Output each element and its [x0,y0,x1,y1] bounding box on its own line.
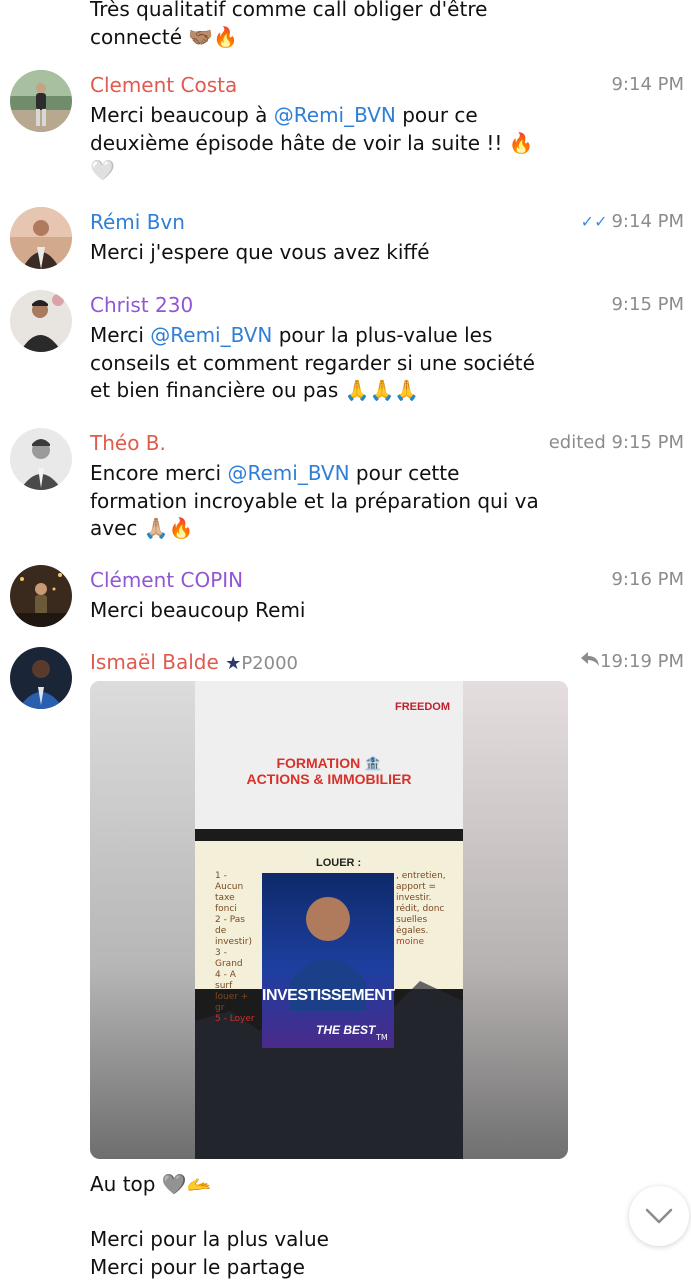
message-text-line: connecté 🤝🏽🔥 [90,24,239,49]
message-text: Encore merci [90,461,228,485]
message-text: Merci j'espere que vous avez kiffé [90,240,430,264]
poster-title: INVESTISSEMENT [262,987,395,1004]
message-text: pour ce [395,103,478,127]
message-text: pour la plus-value les [272,323,493,347]
mention-link[interactable]: @Remi_BVN [227,461,349,485]
avatar[interactable] [10,207,72,269]
slide-line: investir. [396,893,432,903]
double-check-icon: ✓✓ [580,212,608,231]
media-video-thumbnail[interactable]: FREEDOM FORMATION 🏦 ACTIONS & IMMOBILIER… [90,681,568,1159]
message-text-line: Très qualitatif comme call obliger d'êtr… [90,0,488,21]
message-time: 9:16 PM [611,569,684,590]
slide-line: apport = [396,882,437,892]
sender-name[interactable]: Christ 230 [90,292,193,318]
avatar[interactable] [10,647,72,709]
reply-count[interactable]: 1 [600,651,611,672]
mention-link[interactable]: @Remi_BVN [150,323,272,347]
sender-name[interactable]: Rémi Bvn [90,209,185,235]
scroll-to-bottom-button[interactable] [629,1186,689,1246]
brand-logo: FREEDOM [395,701,450,713]
message-text-line: 🤍 [90,158,115,182]
message-text-line: formation incroyable et la préparation q… [90,488,539,513]
slide-line: 5 - Loyer [215,1014,255,1024]
slide-line: 1 - Aucun [215,871,244,892]
reply-arrow-icon[interactable] [580,649,600,675]
mention-link[interactable]: @Remi_BVN [274,103,396,127]
message-text-line: Merci pour le partage [90,1254,305,1279]
chat-message-list[interactable]: Très qualitatif comme call obliger d'êtr… [0,0,691,1280]
message-text-line: conseils et comment regarder si une soci… [90,350,535,375]
slide-line: 3 - Grand [215,948,243,969]
slide-line: , entretien, [396,871,446,881]
poster-subtitle: THE BEST [316,1023,376,1037]
slide-line: investir) [215,937,252,947]
message-time: 9:19 PM [611,651,684,672]
slide-line: louer + gr [215,992,249,1013]
message-text-line: Au top 🩶🫴 [90,1172,212,1196]
message-time: 9:15 PM [611,294,684,315]
avatar[interactable] [10,70,72,132]
message-text-line: et bien financière ou pas 🙏🙏🙏 [90,378,420,402]
slide-line: égales. [396,926,429,936]
sender-badge: P2000 [241,653,298,674]
chevron-down-icon [645,1208,673,1224]
avatar[interactable] [10,290,72,352]
star-icon: ★ [225,653,242,674]
slide-heading: LOUER : [316,857,362,869]
avatar[interactable] [10,428,72,490]
slide-line: 2 - Pas de [215,915,245,936]
sender-name[interactable]: Clement Costa [90,72,237,98]
slide-line: moine [396,937,425,947]
media-preview-image [90,681,568,1159]
poster-corner-mark: TM [376,1033,388,1042]
sender-name[interactable]: Clément COPIN [90,567,243,593]
message-text-line: Merci pour la plus value [90,1227,329,1251]
slide-line: taxe fonci [215,893,237,914]
message-text-line: avec 🙏🏼🔥 [90,516,194,540]
avatar[interactable] [10,565,72,627]
message-time: 9:14 PM [611,211,684,232]
message-text: Merci beaucoup Remi [90,598,306,622]
message-text-blank [90,1199,590,1227]
sender-name[interactable]: Théo B. [90,430,166,456]
message-text-line: deuxième épisode hâte de voir la suite !… [90,130,534,155]
message-text: pour cette [349,461,460,485]
message-time: edited 9:15 PM [548,432,684,453]
media-title-line: ACTIONS & IMMOBILIER [246,771,412,787]
sender-name[interactable]: Ismaël Balde [90,650,219,674]
message-text: Merci [90,323,151,347]
slide-line: suelles [396,915,428,925]
slide-line: 4 - A surf [215,970,236,991]
slide-line: rédit, donc [396,904,445,914]
media-title-line: FORMATION 🏦 [276,755,382,771]
message-time: 9:14 PM [611,74,684,95]
message-text: Merci beaucoup à [90,103,274,127]
